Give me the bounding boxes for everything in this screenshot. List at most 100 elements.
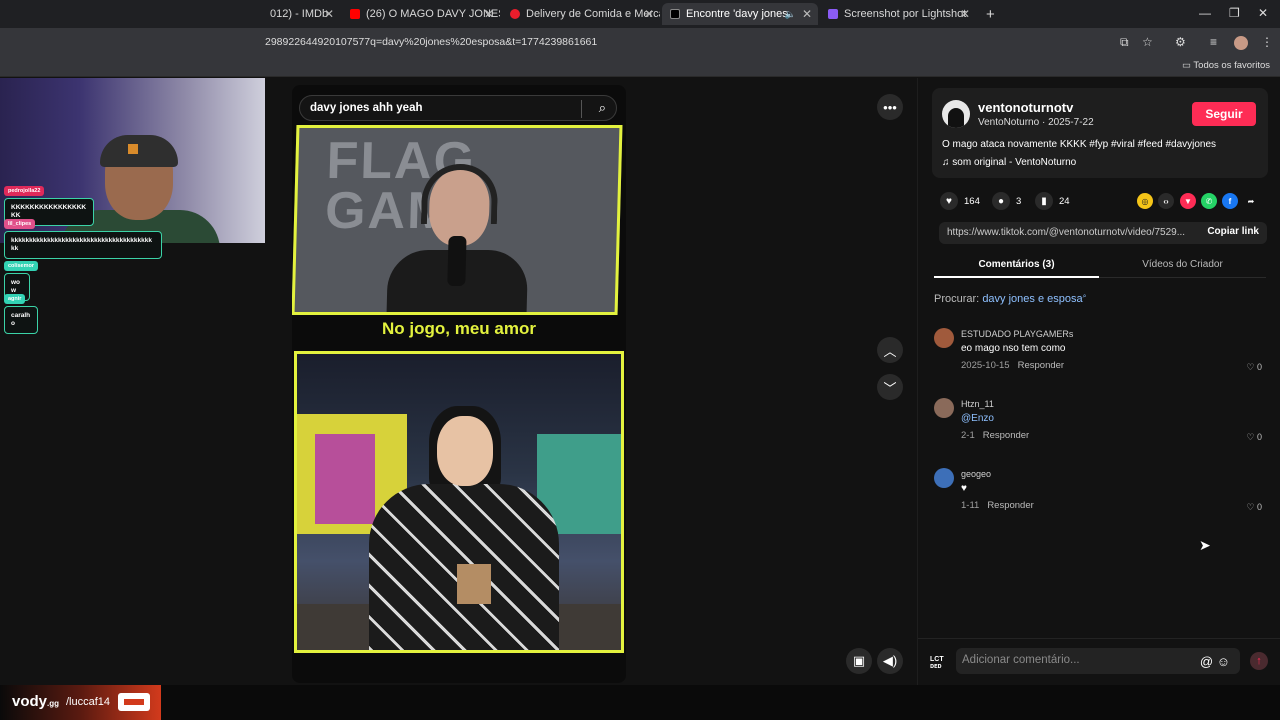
details-panel: ventonoturnotv VentoNoturno · 2025-7-22 … [917,78,1280,685]
comment-item: Htzn_11 @Enzo 2-1 Responder ♡ 0 [934,398,1266,446]
media-icon[interactable]: ≡ [1210,35,1217,49]
extensions-icon[interactable]: ⚙ [1175,35,1186,49]
heart-outline-icon: ♡ [1246,362,1257,372]
star-icon[interactable]: ☆ [1142,35,1153,49]
tab-comments[interactable]: Comentários (3) [934,259,1099,278]
send-comment-button[interactable]: ↑ [1250,652,1268,670]
folder-icon: ▭ [1181,60,1194,71]
chevron-up-icon: ︿ [883,343,897,359]
video-top-frame: FLAG GAMI [292,125,623,315]
commenter-name[interactable]: geogeo [961,469,991,479]
heart-outline-icon: ♡ [1246,502,1257,512]
creator-meta: VentoNoturno · 2025-7-22 [978,117,1094,128]
post-music[interactable]: ♫ som original - VentoNoturno [942,157,1076,168]
share-arrow-icon[interactable]: ➦ [1243,193,1259,209]
more-options-button[interactable]: ••• [877,94,903,120]
close-icon[interactable]: ✕ [960,7,970,21]
tab-imdb[interactable]: 012) - IMDb ✕ [262,3,340,25]
volume-button[interactable]: ◀) [877,648,903,674]
channel-name: /luccaf14 [66,696,111,708]
send-icon[interactable]: ▼ [1180,193,1196,209]
reply-button[interactable]: Responder [983,430,1029,441]
user-logo: LCT ᴅᴇᴅ [930,656,944,670]
close-icon[interactable]: ✕ [484,7,494,21]
video-caption: No jogo, meu amor [382,319,536,338]
commenter-name[interactable]: ESTUDADO PLAYGAMERs [961,329,1073,339]
speaker-icon: ◀) [882,653,898,668]
chat-message: agnir caralho [4,287,38,334]
search-icon[interactable]: ⌕ [599,100,606,116]
video-search-bar[interactable]: davy jones ahh yeah ⌕ [299,95,617,121]
emoji-mention-icons[interactable]: @ ☺ [1200,654,1230,669]
like-button[interactable]: ♥ 164 [940,192,980,210]
facebook-icon[interactable]: f [1222,193,1238,209]
chat-username: lil_clipes [4,219,36,229]
whatsapp-icon[interactable]: ✆ [1201,193,1217,209]
close-icon[interactable]: ✕ [802,7,812,21]
close-icon[interactable]: ✕ [324,7,334,21]
close-icon[interactable]: ✕ [644,7,654,21]
comment-like-button[interactable]: ♡ 0 [1246,362,1262,373]
vody-icon [118,693,150,711]
mouse-cursor-icon: ➤ [1199,537,1211,553]
reply-button[interactable]: Responder [987,500,1033,511]
comment-item: geogeo ♥ 1-11 Responder ♡ 0 [934,468,1266,516]
vody-banner: vody.gg /luccaf14 [0,685,161,720]
previous-video-button[interactable]: ︿ [877,337,903,363]
embed-icon[interactable]: ‹› [1158,193,1174,209]
menu-icon[interactable]: ⋮ [1261,35,1273,49]
url-field[interactable]: 298922644920107577q=davy%20jones%20espos… [265,36,597,48]
follow-button[interactable]: Seguir [1192,102,1256,126]
save-button[interactable]: ▮ 24 [1035,192,1070,210]
share-coin-icon[interactable]: ◎ [1137,193,1153,209]
restore-icon[interactable]: ❐ [1229,6,1240,20]
next-video-button[interactable]: ﹀ [877,374,903,400]
pip-button[interactable]: ▣ [846,648,872,674]
comment-meta: 2025-10-15 Responder [961,360,1065,371]
chat-username: agnir [4,294,26,304]
tab-youtube[interactable]: (26) O MAGO DAVY JONES FAZ ✕ [342,3,500,25]
comment-meta: 2-1 Responder [961,430,1030,441]
commenter-avatar[interactable] [934,398,954,418]
tab-delivery[interactable]: Delivery de Comida e Mercado ✕ [502,3,660,25]
chat-username: pedrojolla22 [4,186,45,196]
tab-lightshot[interactable]: Screenshot por Lightshot ✕ [820,3,976,25]
window-close-icon[interactable]: ✕ [1258,6,1268,20]
reply-button[interactable]: Responder [1018,360,1064,371]
creator-avatar[interactable] [942,100,970,128]
creator-username[interactable]: ventonoturnotv [978,100,1073,115]
tiktok-icon [670,9,680,19]
panel-tabs: Comentários (3) Vídeos do Criador [934,254,1266,278]
comment-button[interactable]: ● 3 [992,192,1021,210]
chat-message: lil_clipes kkkkkkkkkkkkkkkkkkkkkkkkkkkkk… [4,212,162,259]
address-bar: 298922644920107577q=davy%20jones%20espos… [0,28,1280,57]
comment-like-button[interactable]: ♡ 0 [1246,502,1262,513]
comment-text: eo mago nso tem como [961,343,1066,354]
all-bookmarks-button[interactable]: ▭ Todos os favoritos [1182,60,1270,71]
comment-input[interactable]: Adicionar comentário... @ ☺ [956,648,1240,674]
video-player[interactable]: FLAG GAMI No jogo, meu amor davy jones a… [292,85,626,683]
commenter-name[interactable]: Htzn_11 [961,399,994,409]
action-bar: ♥ 164 ● 3 ▮ 24 ◎ ‹› ▼ ✆ f ➦ [932,192,1268,210]
profile-avatar[interactable] [1234,36,1248,50]
tab-creator-videos[interactable]: Vídeos do Criador [1100,259,1265,270]
comment-text[interactable]: @Enzo [961,413,994,424]
copy-link-button[interactable]: Copiar link [1207,226,1259,237]
comment-like-button[interactable]: ♡ 0 [1246,432,1262,443]
video-bottom-frame [294,351,624,653]
comment-meta: 1-11 Responder [961,500,1034,511]
video-link[interactable]: https://www.tiktok.com/@ventonoturnotv/v… [947,227,1187,238]
comment-text: ♥ [961,483,967,494]
new-tab-button[interactable]: + [978,3,998,25]
commenter-avatar[interactable] [934,468,954,488]
bookmark-icon: ▮ [1035,192,1053,210]
comment-icon: ● [992,192,1010,210]
tab-tiktok[interactable]: Encontre 'davy jones esposa' 🔈 ✕ [662,3,818,25]
bookmarks-bar: ▭ Todos os favoritos [0,57,1280,77]
cast-icon[interactable]: ⧉ [1120,35,1129,50]
arrow-up-icon: ↑ [1256,655,1262,667]
commenter-avatar[interactable] [934,328,954,348]
speaker-icon[interactable]: 🔈 [785,9,796,20]
minimize-icon[interactable]: — [1199,6,1211,20]
search-suggestion[interactable]: Procurar: davy jones e esposa⌕ [934,293,1087,305]
